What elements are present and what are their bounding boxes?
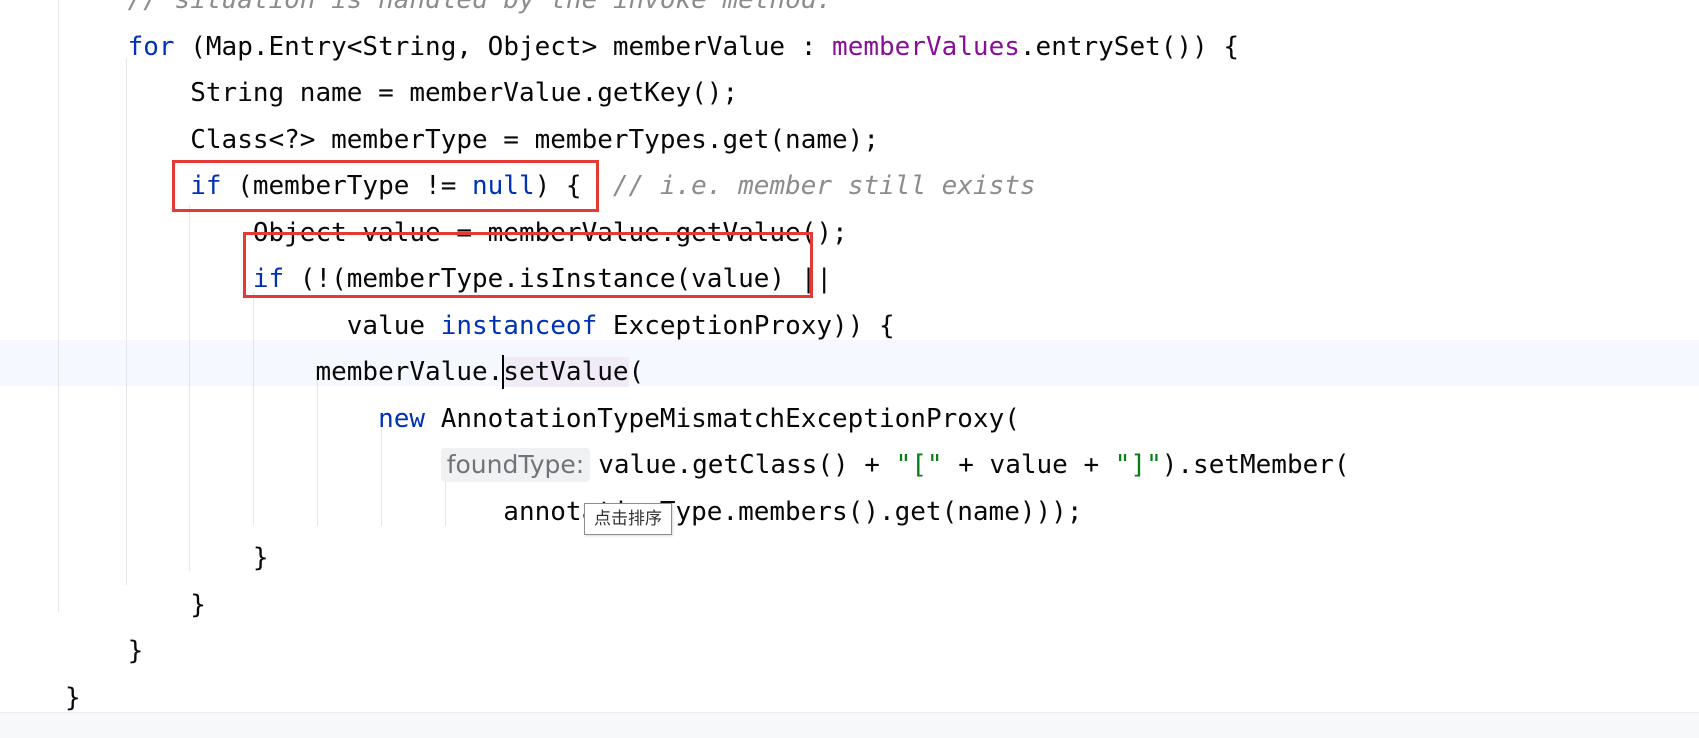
code-token: for [127,31,175,62]
code-token: "]" [1114,450,1162,480]
code-token: .entrySet()) { [1019,31,1240,62]
code-token: } [190,589,206,620]
code-line[interactable]: annotationType.members().get(name))); [65,489,1082,535]
code-token: + value + [942,450,1115,480]
code-line[interactable]: } [65,628,144,674]
annotation-box-isinstance-check [243,232,813,298]
code-token: ( [628,357,645,387]
code-token: value.getClass() + [598,450,896,480]
code-line[interactable]: String name = memberValue.getKey(); [65,70,738,116]
code-line[interactable]: memberValue.setValue( [65,349,644,395]
code-token: } [252,543,269,573]
code-token: ExceptionProxy)) { [597,310,895,341]
code-line[interactable]: } [65,535,269,581]
code-editor[interactable]: // situation is handled by the invoke me… [0,0,1699,738]
indent-guide [58,0,59,612]
code-line[interactable]: // situation is handled by the invoke me… [65,0,832,23]
code-token: // i.e. member still exists [612,171,1036,201]
code-token: memberValue. [315,357,504,387]
code-token: Class<?> memberType = memberTypes.get(na… [190,124,879,155]
code-token: "[" [895,450,943,480]
text-caret [502,354,505,389]
code-token: String name = memberValue.getKey(); [190,78,739,108]
code-line[interactable]: foundType: value.getClass() + "[" + value… [65,442,1350,488]
code-token: instanceof [440,310,598,341]
code-token: } [65,682,81,713]
code-line[interactable]: for (Map.Entry<String, Object> memberVal… [65,24,1239,70]
editor-bottom-area [0,712,1699,738]
code-line[interactable]: Class<?> memberType = memberTypes.get(na… [65,117,879,163]
code-token: new [378,403,426,434]
code-token: // situation is handled by the invoke me… [127,0,833,15]
code-line[interactable]: new AnnotationTypeMismatchExceptionProxy… [65,396,1020,442]
code-token: (Map.Entry<String, Object> memberValue : [174,31,833,62]
annotation-box-null-check [172,160,599,212]
code-token: } [127,636,144,666]
code-line[interactable]: } [65,582,206,628]
highlighted-identifier: setValue [503,357,629,387]
code-token: value [346,310,441,341]
parameter-hint: foundType: [440,448,591,482]
code-token: ).setMember( [1161,450,1350,480]
code-token: AnnotationTypeMismatchExceptionProxy( [425,403,1020,434]
code-token: memberValues [832,31,1020,62]
code-line[interactable]: value instanceof ExceptionProxy)) { [65,303,895,349]
sort-tooltip: 点击排序 [584,503,672,535]
